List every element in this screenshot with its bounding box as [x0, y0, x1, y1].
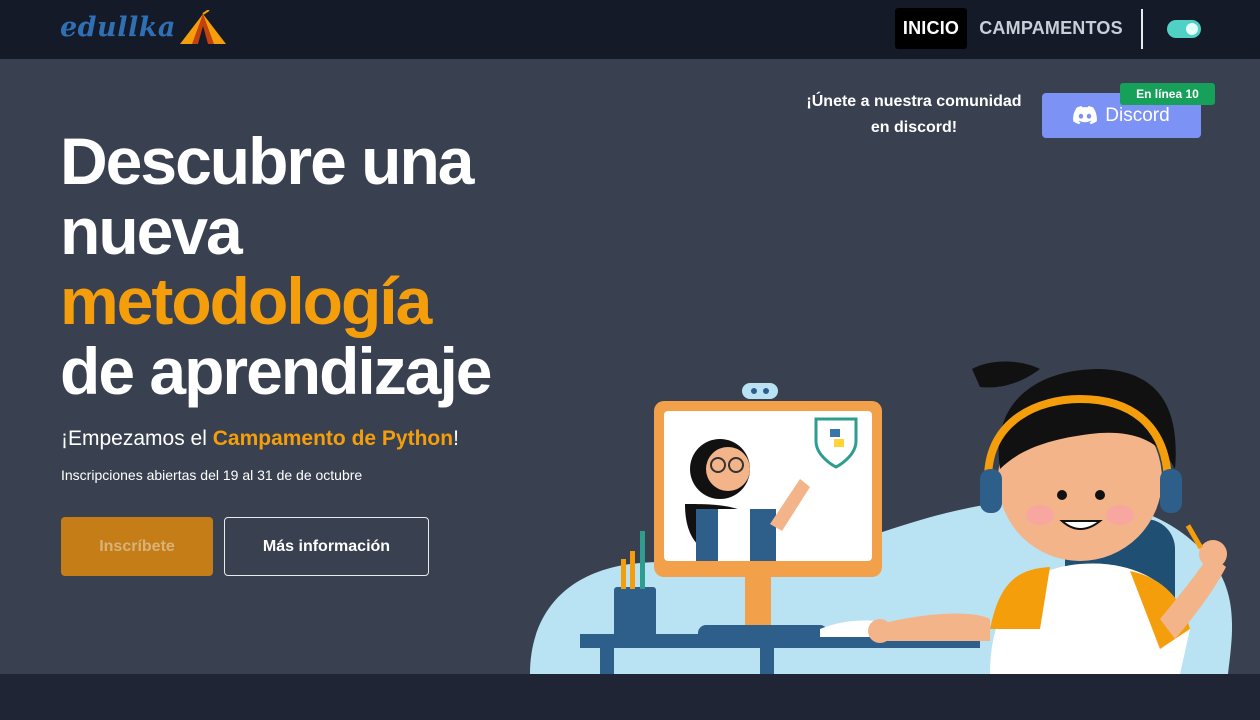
pencil-cup-icon — [614, 587, 656, 637]
subline-highlight: Campamento de Python — [212, 427, 454, 450]
hero-headline: Descubre una nueva metodología de aprend… — [60, 124, 492, 408]
headline-highlight: metodología — [60, 264, 432, 338]
hero-section: ¡Únete a nuestra comunidad en discord! D… — [0, 59, 1260, 674]
top-navbar: edullka INICIO CAMPAMENTOS — [0, 0, 1260, 59]
hero-illustration — [530, 361, 1233, 674]
nav-divider — [1141, 9, 1143, 49]
discord-label: Discord — [1105, 104, 1170, 126]
nav-item-campamentos[interactable]: CAMPAMENTOS — [979, 8, 1122, 49]
headline-line-1: Descubre una — [60, 124, 474, 198]
headline-line-4: de aprendizaje — [60, 334, 492, 408]
logo-text: edullka — [60, 12, 176, 43]
nav-item-inicio[interactable]: INICIO — [895, 8, 967, 49]
enroll-button[interactable]: Inscríbete — [61, 517, 213, 576]
tent-icon — [179, 10, 226, 44]
hero-subline: ¡Empezamos el Campamento de Python! — [61, 427, 459, 451]
footer-band — [0, 674, 1260, 720]
toggle-knob — [1186, 23, 1198, 35]
subline-prefix: ¡Empezamos el — [61, 427, 213, 450]
logo[interactable]: edullka — [60, 8, 228, 48]
headline-line-2: nueva — [60, 194, 243, 268]
online-count-badge: En línea 10 — [1120, 83, 1215, 105]
discord-icon — [1073, 106, 1098, 125]
theme-toggle[interactable] — [1167, 20, 1201, 38]
subline-suffix: ! — [453, 427, 459, 450]
more-info-button[interactable]: Más información — [224, 517, 429, 576]
community-text: ¡Únete a nuestra comunidad en discord! — [806, 93, 1022, 136]
enrollment-dates: Inscripciones abiertas del 19 al 31 de d… — [61, 467, 363, 483]
